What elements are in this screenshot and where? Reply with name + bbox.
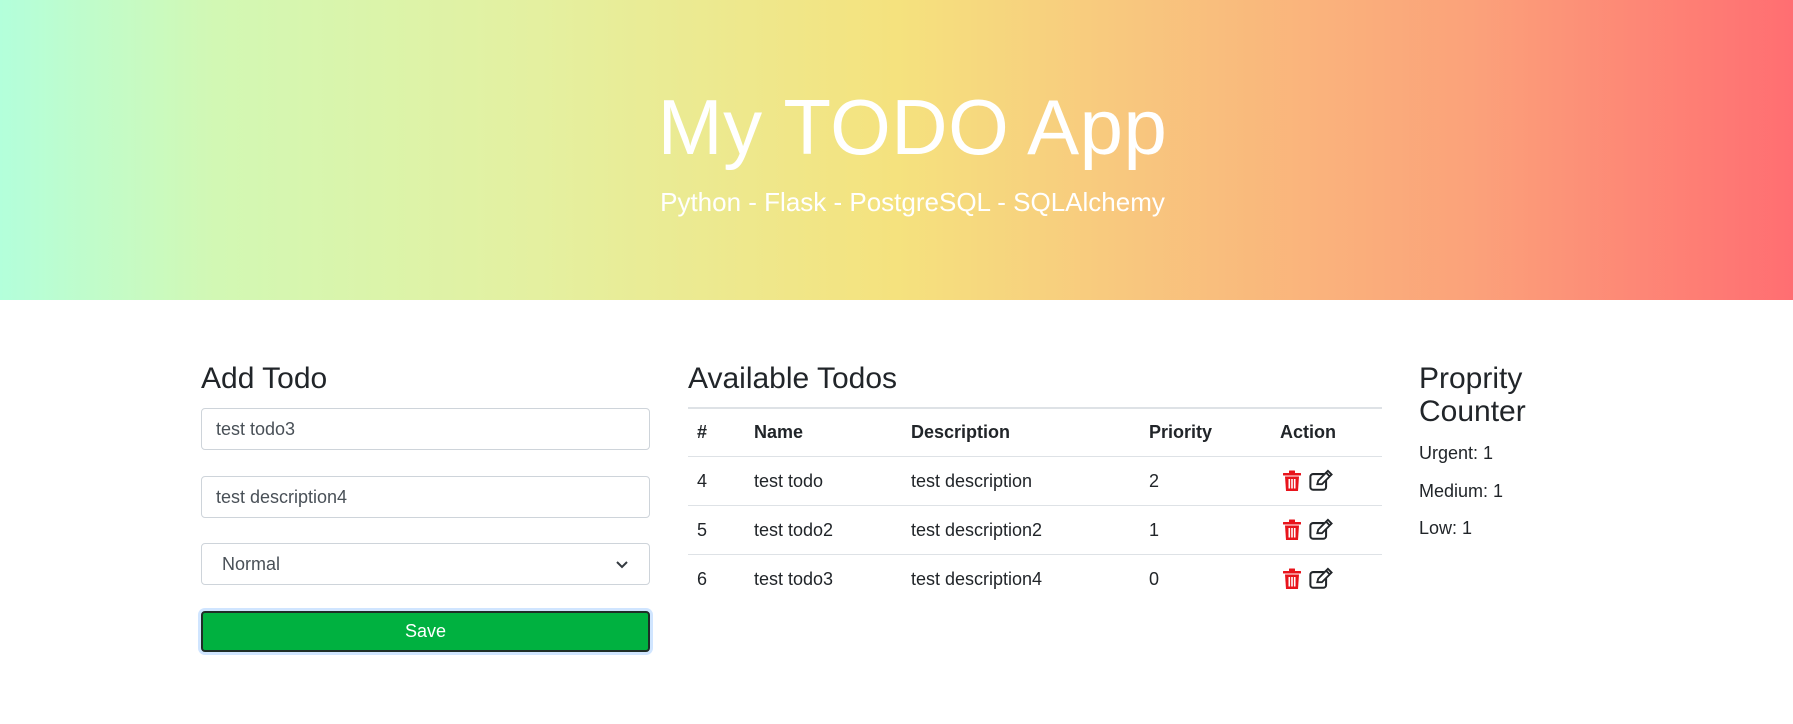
todo-name: test todo2 bbox=[745, 505, 902, 555]
add-todo-heading: Add Todo bbox=[201, 362, 328, 395]
priority-counter-heading-line1: Proprity bbox=[1419, 362, 1523, 395]
todo-description: test description2 bbox=[902, 505, 1140, 555]
todo-priority: 2 bbox=[1140, 456, 1271, 506]
column-header-priority: Priority bbox=[1140, 407, 1271, 457]
edit-icon[interactable] bbox=[1309, 469, 1333, 493]
counter-low: Low: 1 bbox=[1419, 518, 1473, 538]
trash-icon[interactable] bbox=[1280, 518, 1304, 542]
todo-name: test todo bbox=[745, 456, 902, 506]
column-header-id: # bbox=[688, 407, 745, 457]
column-header-name: Name bbox=[745, 407, 902, 457]
edit-icon[interactable] bbox=[1309, 567, 1333, 591]
todo-actions bbox=[1271, 555, 1382, 604]
table-header-row: # Name Description Priority Action bbox=[688, 407, 1382, 457]
save-button-label: Save bbox=[404, 621, 447, 641]
todo-description: test description4 bbox=[911, 568, 1043, 589]
save-button[interactable]: Save bbox=[201, 611, 650, 652]
hero-banner: My TODO App Python - Flask - PostgreSQL … bbox=[0, 0, 1793, 300]
todo-id: 4 bbox=[688, 456, 745, 506]
table-row: 5 test todo2 test description2 1 bbox=[688, 505, 1382, 555]
counter-medium: Medium: 1 bbox=[1419, 481, 1504, 501]
counter-urgent: Urgent: 1 bbox=[1419, 443, 1494, 463]
todo-description-input[interactable] bbox=[201, 476, 650, 518]
table-row: 4 test todo test description 2 bbox=[688, 456, 1382, 506]
todo-id: 5 bbox=[688, 505, 745, 555]
table-row: 6 test todo3 test description4 0 bbox=[688, 555, 1382, 604]
todo-name: test todo3 bbox=[754, 568, 834, 589]
column-header-action: Action bbox=[1271, 407, 1382, 457]
todo-actions bbox=[1271, 456, 1382, 506]
trash-icon[interactable] bbox=[1280, 469, 1304, 493]
todo-description: test description bbox=[902, 456, 1140, 506]
priority-select-value: Normal bbox=[222, 553, 281, 574]
todo-id: 6 bbox=[697, 568, 708, 589]
todo-name-input[interactable] bbox=[201, 408, 650, 450]
todos-table: # Name Description Priority Action 4 tes… bbox=[688, 407, 1382, 603]
page-title: My TODO App bbox=[657, 83, 1168, 171]
todo-priority: 1 bbox=[1140, 505, 1271, 555]
priority-counter-heading-line2: Counter bbox=[1419, 395, 1526, 428]
page-subtitle: Python - Flask - PostgreSQL - SQLAlchemy bbox=[660, 187, 1165, 217]
todos-heading: Available Todos bbox=[688, 362, 898, 395]
trash-icon[interactable] bbox=[1280, 567, 1304, 591]
todo-actions bbox=[1271, 505, 1382, 555]
chevron-down-icon bbox=[616, 561, 628, 569]
edit-icon[interactable] bbox=[1309, 518, 1333, 542]
column-header-description: Description bbox=[902, 407, 1140, 457]
priority-select[interactable]: Normal bbox=[201, 543, 650, 585]
todo-priority: 0 bbox=[1149, 568, 1160, 589]
